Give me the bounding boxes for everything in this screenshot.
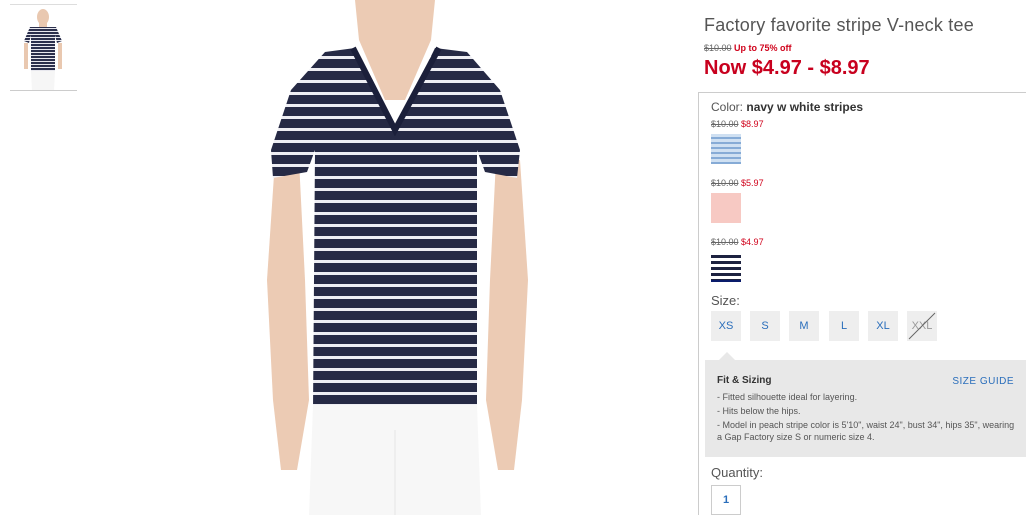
list-item: - Model in peach stripe color is 5'10", … [717,420,1015,442]
fit-details-list: - Fitted silhouette ideal for layering. … [717,391,1017,446]
swatch-sale-price: $5.97 [741,178,764,188]
size-xl-button[interactable]: XL [868,311,898,341]
options-panel: Color: navy w white stripes $10.00 $8.97… [698,92,1026,515]
size-label: Size: [711,293,740,308]
now-price: Now $4.97 - $8.97 [704,57,870,79]
size-xs-button[interactable]: XS [711,311,741,341]
promo-text: Up to 75% off [734,43,792,53]
swatch-original-price: $10.00 [711,237,739,247]
color-label: Color: navy w white stripes [711,100,863,114]
color-swatch-peach-stripe[interactable] [711,193,741,223]
selected-color: navy w white stripes [746,100,864,114]
color-swatch-blue-stripe[interactable] [711,134,741,164]
quantity-label: Quantity: [711,465,764,480]
swatch-sale-price: $8.97 [741,119,764,129]
unavailable-strike-icon [908,312,936,340]
color-swatch-navy-stripe[interactable] [711,252,741,282]
color-label-text: Color: [711,100,744,114]
fit-sizing-box: Fit & Sizing SIZE GUIDE - Fitted silhoue… [705,352,1026,457]
size-s-button[interactable]: S [750,311,780,341]
swatch-sale-price: $4.97 [741,237,764,247]
quantity-input[interactable]: 1 [711,485,741,515]
fit-title: Fit & Sizing [717,375,772,386]
product-title: Factory favorite stripe V-neck tee [704,15,974,35]
swatch-price-peach: $10.00 $5.97 [711,178,764,188]
size-m-button[interactable]: M [789,311,819,341]
swatch-original-price: $10.00 [711,119,739,129]
swatch-price-navy: $10.00 $4.97 [711,237,764,247]
list-item: - Hits below the hips. [717,406,801,416]
product-details: Factory favorite stripe V-neck tee $10.0… [698,0,1026,515]
thumbnail-column [10,0,77,91]
price-row: $10.00 Up to 75% off [704,43,792,53]
size-xxl-button-unavailable[interactable]: XXL [907,311,937,341]
main-product-image[interactable] [255,0,540,515]
size-l-button[interactable]: L [829,311,859,341]
original-price: $10.00 [704,43,732,53]
product-thumbnail[interactable] [10,5,77,91]
callout-arrow [719,352,735,360]
swatch-original-price: $10.00 [711,178,739,188]
list-item: - Fitted silhouette ideal for layering. [717,392,858,402]
size-guide-link[interactable]: SIZE GUIDE [952,376,1014,387]
swatch-price-blue: $10.00 $8.97 [711,119,764,129]
